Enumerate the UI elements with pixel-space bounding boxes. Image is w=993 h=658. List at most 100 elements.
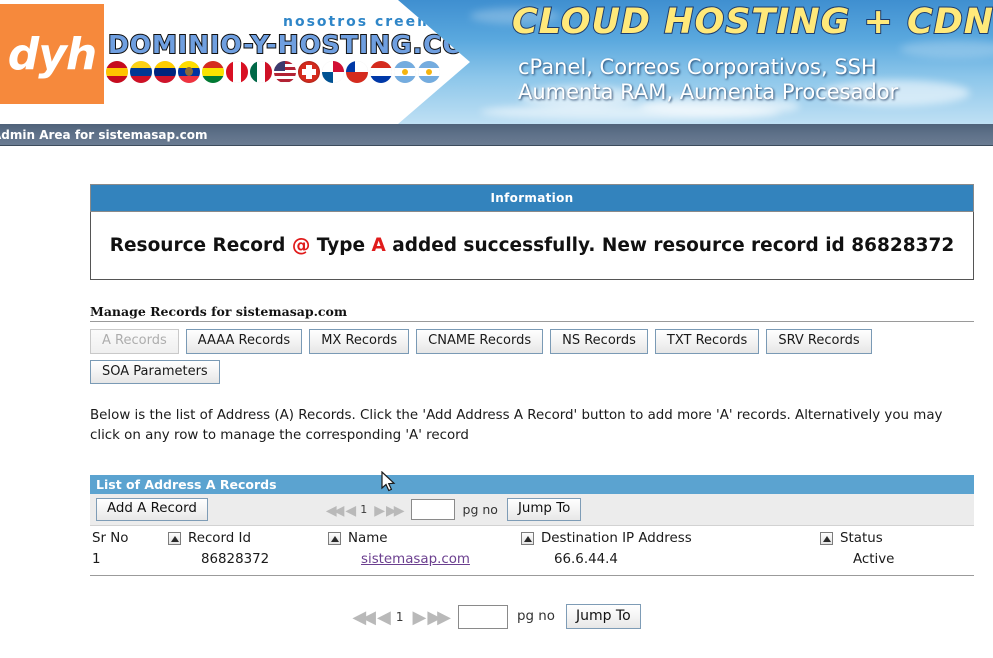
records-table-body: 1 86828372 sistemasap.com 66.6.44.4 Acti… [90, 550, 974, 577]
flag-venezuela-icon [154, 61, 176, 83]
information-message-mid: Type [310, 235, 372, 256]
records-toolbar: Add A Record ◀◀ ◀ 1 ▶ ▶▶ pg no Jump To [90, 494, 974, 527]
tab-srv-records[interactable]: SRV Records [766, 329, 872, 354]
tab-txt-records[interactable]: TXT Records [654, 329, 760, 354]
table-row[interactable]: 1 86828372 sistemasap.com 66.6.44.4 Acti… [90, 550, 974, 577]
banner-arrow-plate: dyh nosotros creemos DOMINIO-Y-HOSTING.C… [0, 0, 470, 124]
tab-aaaa-records[interactable]: AAAA Records [185, 329, 303, 354]
information-panel-title: Information [490, 191, 574, 205]
current-page-number: 1 [360, 503, 368, 517]
pagination-top: ◀◀ ◀ 1 ▶ ▶▶ pg no Jump To [326, 498, 582, 522]
records-panel-title: List of Address A Records [96, 477, 277, 493]
banner-headline: CLOUD HOSTING + CDN [511, 1, 993, 43]
sort-ascending-icon[interactable] [328, 532, 341, 546]
cell-status: Active [820, 550, 974, 577]
tab-ns-records[interactable]: NS Records [550, 329, 648, 354]
flag-peru-icon [226, 61, 248, 83]
page-number-input[interactable] [458, 604, 509, 629]
cell-destination-ip: 66.6.44.4 [521, 550, 820, 577]
records-panel: List of Address A Records Add A Record ◀… [90, 475, 974, 577]
manage-records-title: Manage Records for sistemasap.com [90, 304, 974, 322]
add-a-record-button[interactable]: Add A Record [96, 498, 208, 522]
jump-to-button-bottom[interactable]: Jump To [565, 604, 641, 630]
admin-area-bar: Admin Area for sistemasap.com [0, 124, 993, 146]
tab-mx-records[interactable]: MX Records [309, 329, 410, 354]
cell-sr-no: 1 [90, 550, 168, 577]
tab-soa-parameters[interactable]: SOA Parameters [90, 359, 220, 385]
flag-mexico-icon [250, 61, 272, 83]
information-message: Resource Record @ Type A added successfu… [110, 235, 954, 256]
first-page-icon[interactable]: ◀◀ [326, 503, 344, 517]
information-panel: Information Resource Record @ Type A add… [90, 184, 974, 280]
sort-ascending-icon[interactable] [168, 532, 181, 546]
flag-argentina-icon [418, 61, 440, 83]
records-description: Below is the list of Address (A) Records… [90, 408, 943, 443]
page-content: Information Resource Record @ Type A add… [0, 184, 993, 630]
records-table: Sr No Record Id Name Destination IP Addr… [90, 526, 974, 577]
information-panel-header: Information [90, 184, 974, 212]
cloud-decoration [480, 104, 780, 120]
record-id-value: 86828372 [201, 552, 270, 568]
next-page-icon[interactable]: ▶ [412, 608, 426, 626]
column-label-destination-ip: Destination IP Address [541, 531, 692, 547]
flag-bolivia-icon [202, 61, 224, 83]
page-number-input[interactable] [410, 499, 455, 521]
flag-united-states-icon [274, 61, 296, 83]
column-label-name: Name [348, 531, 388, 547]
column-header-status[interactable]: Status [820, 526, 974, 550]
cloud-decoration [900, 40, 993, 58]
prev-page-icon[interactable]: ◀ [345, 503, 356, 517]
next-page-icon[interactable]: ▶ [374, 503, 385, 517]
column-label-record-id: Record Id [188, 531, 251, 547]
prev-page-icon[interactable]: ◀ [377, 608, 391, 626]
cell-record-id: 86828372 [168, 550, 328, 577]
admin-area-label: Admin Area for sistemasap.com [0, 127, 208, 142]
record-name-link[interactable]: sistemasap.com [361, 552, 470, 567]
flag-panama-icon [322, 61, 344, 83]
information-message-suffix: added successfully. New resource record … [385, 235, 955, 256]
column-header-sr-no: Sr No [90, 526, 168, 550]
page-number-label: pg no [462, 502, 498, 518]
information-message-prefix: Resource Record [109, 235, 292, 256]
dyh-logo-text: dyh [7, 28, 98, 80]
flag-paraguay-icon [370, 61, 392, 83]
information-record-type: A [371, 235, 386, 256]
column-header-record-id[interactable]: Record Id [168, 526, 328, 550]
banner-subline-2: Aumenta RAM, Aumenta Procesador [518, 80, 899, 104]
site-banner: CLOUD HOSTING + CDN cPanel, Correos Corp… [0, 0, 993, 124]
domain-wordmark: DOMINIO-Y-HOSTING.COM [107, 29, 491, 60]
flag-ecuador-icon [178, 61, 200, 83]
records-panel-header: List of Address A Records [90, 475, 974, 495]
page-number-label: pg no [517, 609, 555, 625]
flag-colombia-icon [130, 61, 152, 83]
banner-tagline: nosotros creemos [283, 14, 456, 30]
flag-spain-icon [106, 61, 128, 83]
pagination-bottom: ◀◀ ◀ 1 ▶ ▶▶ pg no Jump To [0, 604, 993, 630]
column-header-name[interactable]: Name [328, 526, 521, 550]
first-page-icon[interactable]: ◀◀ [352, 608, 376, 626]
flag-argentina-sun-icon [394, 61, 416, 83]
current-page-number: 1 [395, 609, 404, 624]
dyh-logo[interactable]: dyh [0, 4, 104, 104]
tab-a-records: A Records [90, 329, 179, 354]
information-record-name: @ [291, 235, 311, 256]
sort-ascending-icon[interactable] [521, 532, 534, 546]
country-flags [106, 61, 440, 83]
last-page-icon[interactable]: ▶▶ [386, 503, 404, 517]
information-panel-body: Resource Record @ Type A added successfu… [90, 212, 974, 280]
banner-subline-1: cPanel, Correos Corporativos, SSH [518, 55, 877, 79]
status-value: Active [853, 552, 895, 568]
flag-switzerland-icon [298, 61, 320, 83]
destination-ip-value: 66.6.44.4 [554, 552, 618, 568]
column-label-status: Status [840, 531, 883, 547]
record-type-tabs: A Records AAAA Records MX Records CNAME Rec… [90, 329, 980, 385]
records-table-header-row: Sr No Record Id Name Destination IP Addr… [90, 526, 974, 550]
cell-name: sistemasap.com [328, 550, 521, 577]
jump-to-button-top[interactable]: Jump To [506, 498, 582, 522]
column-label-sr-no: Sr No [92, 531, 129, 547]
tab-cname-records[interactable]: CNAME Records [416, 329, 544, 354]
sort-ascending-icon[interactable] [820, 532, 833, 546]
column-header-destination-ip[interactable]: Destination IP Address [521, 526, 820, 550]
flag-chile-icon [346, 61, 368, 83]
last-page-icon[interactable]: ▶▶ [427, 608, 451, 626]
